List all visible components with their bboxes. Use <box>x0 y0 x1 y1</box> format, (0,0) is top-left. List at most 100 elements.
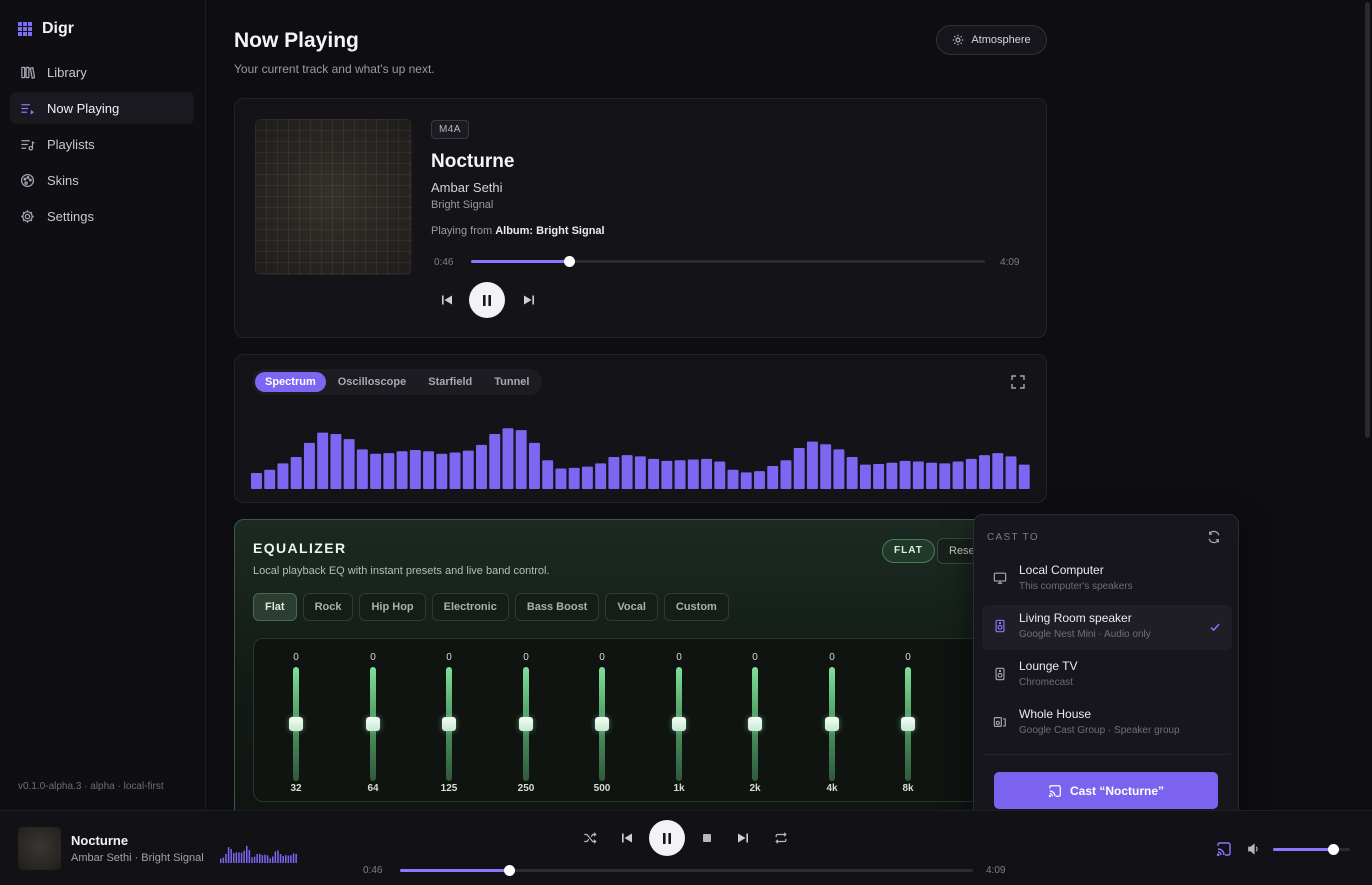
equalizer-subtitle: Local playback EQ with instant presets a… <box>253 565 550 577</box>
spectrum-bar <box>409 449 421 489</box>
stop-button[interactable] <box>697 828 717 848</box>
waveform-bar <box>240 852 243 863</box>
volume-icon[interactable] <box>1247 842 1261 856</box>
volume-handle[interactable] <box>1328 844 1340 855</box>
spectrum-bar <box>714 461 726 489</box>
band-slider-handle[interactable] <box>672 717 686 731</box>
sidebar-item-library[interactable]: Library <box>10 56 194 88</box>
seek-handle[interactable] <box>503 865 515 876</box>
seek-bar[interactable] <box>400 865 973 876</box>
band-slider-handle[interactable] <box>901 717 915 731</box>
fullscreen-icon[interactable] <box>1010 374 1026 390</box>
previous-button[interactable] <box>438 291 456 309</box>
band-slider-handle[interactable] <box>825 717 839 731</box>
cast-icon[interactable] <box>1216 841 1232 857</box>
next-button[interactable] <box>733 828 753 848</box>
spectrum-bar <box>383 453 395 489</box>
spectrum-bar <box>661 460 673 489</box>
spectrum-bar <box>356 449 368 489</box>
band-slider-handle[interactable] <box>595 717 609 731</box>
band-gain: 0 <box>523 652 529 663</box>
mini-album-art[interactable] <box>18 827 61 870</box>
preset-flat[interactable]: Flat <box>253 593 297 621</box>
spectrum-bar <box>952 461 964 489</box>
cast-device-living-room-speaker[interactable]: Living Room speaker Google Nest Mini · A… <box>982 605 1232 650</box>
brand[interactable]: Digr <box>18 20 74 38</box>
skip-back-icon <box>622 833 632 843</box>
spectrum-bar <box>251 473 262 489</box>
preset-electronic[interactable]: Electronic <box>431 593 509 621</box>
tab-spectrum[interactable]: Spectrum <box>255 372 326 392</box>
band-frequency: 8k <box>902 783 914 794</box>
playing-from-source[interactable]: Album: Bright Signal <box>495 225 604 237</box>
seek-bar[interactable] <box>471 256 985 267</box>
spectrum-bar <box>581 466 593 489</box>
band-frequency: 1k <box>673 783 685 794</box>
cast-device-local-computer[interactable]: Local Computer This computer's speakers <box>982 557 1232 602</box>
spectrum-bar <box>595 463 607 489</box>
tab-starfield[interactable]: Starfield <box>418 372 482 392</box>
play-pause-button[interactable] <box>469 282 505 318</box>
band-gain: 0 <box>370 652 376 663</box>
track-artist[interactable]: Ambar Sethi <box>431 180 503 195</box>
next-button[interactable] <box>520 291 538 309</box>
waveform-bar <box>233 853 235 863</box>
skip-back-icon <box>442 295 452 305</box>
waveform-bar <box>279 854 282 863</box>
band-gain: 0 <box>293 652 299 663</box>
tab-oscilloscope[interactable]: Oscilloscope <box>328 372 416 392</box>
eq-presets: Flat Rock Hip Hop Electronic Bass Boost … <box>253 593 729 621</box>
repeat-button[interactable] <box>771 828 791 848</box>
band-slider-handle[interactable] <box>442 717 456 731</box>
preset-rock[interactable]: Rock <box>302 593 354 621</box>
waveform-bar <box>274 851 277 863</box>
band-gain: 0 <box>829 652 835 663</box>
band-slider-handle[interactable] <box>289 717 303 731</box>
spectrum-bar <box>926 462 938 489</box>
elapsed-time: 0:46 <box>434 257 454 268</box>
monitor-icon <box>993 572 1007 584</box>
preset-bass-boost[interactable]: Bass Boost <box>514 593 600 621</box>
spectrum-bar <box>833 449 845 489</box>
refresh-icon[interactable] <box>1207 530 1221 544</box>
spectrum-bar <box>806 441 818 489</box>
play-pause-button[interactable] <box>649 820 685 856</box>
waveform-bar <box>285 855 287 863</box>
eq-bands-panel: 0 32 0 64 0 125 0 250 0 500 0 1k 0 2k 0 … <box>253 638 1043 802</box>
shuffle-button[interactable] <box>580 828 600 848</box>
previous-button[interactable] <box>617 828 637 848</box>
seek-handle[interactable] <box>563 256 575 267</box>
spectrum-bar <box>515 430 527 489</box>
spectrum-bar <box>674 460 686 489</box>
tab-tunnel[interactable]: Tunnel <box>484 372 539 392</box>
scrollbar-thumb[interactable] <box>1365 2 1370 438</box>
mini-track-title[interactable]: Nocturne <box>71 833 128 848</box>
band-slider-handle[interactable] <box>519 717 533 731</box>
sidebar-item-now-playing[interactable]: Now Playing <box>10 92 194 124</box>
preset-hip-hop[interactable]: Hip Hop <box>359 593 426 621</box>
cast-device-lounge-tv[interactable]: Lounge TV Chromecast <box>982 653 1232 698</box>
band-slider-handle[interactable] <box>748 717 762 731</box>
eq-band: 0 8k <box>888 639 928 803</box>
preset-custom[interactable]: Custom <box>663 593 729 621</box>
volume-slider[interactable] <box>1273 844 1350 855</box>
band-slider-handle[interactable] <box>366 717 380 731</box>
scrollbar[interactable] <box>1364 0 1372 440</box>
sidebar-item-settings[interactable]: Settings <box>10 200 194 232</box>
waveform-bar <box>251 857 253 863</box>
seek-progress <box>471 260 569 263</box>
sidebar-item-skins[interactable]: Skins <box>10 164 194 196</box>
divider <box>984 754 1230 755</box>
cast-device-whole-house[interactable]: Whole House Google Cast Group · Speaker … <box>982 701 1232 746</box>
waveform-bar <box>227 847 230 863</box>
preset-vocal[interactable]: Vocal <box>605 593 658 621</box>
track-album[interactable]: Bright Signal <box>431 199 493 211</box>
atmosphere-button[interactable]: Atmosphere <box>936 25 1047 55</box>
waveform-bar <box>287 855 290 863</box>
cast-icon <box>1048 784 1061 797</box>
sidebar-item-label: Now Playing <box>47 100 120 116</box>
spectrum-bar <box>264 469 276 489</box>
sidebar-item-playlists[interactable]: Playlists <box>10 128 194 160</box>
sidebar-item-label: Library <box>47 64 87 80</box>
cast-now-button[interactable]: Cast “Nocturne” <box>994 772 1218 809</box>
